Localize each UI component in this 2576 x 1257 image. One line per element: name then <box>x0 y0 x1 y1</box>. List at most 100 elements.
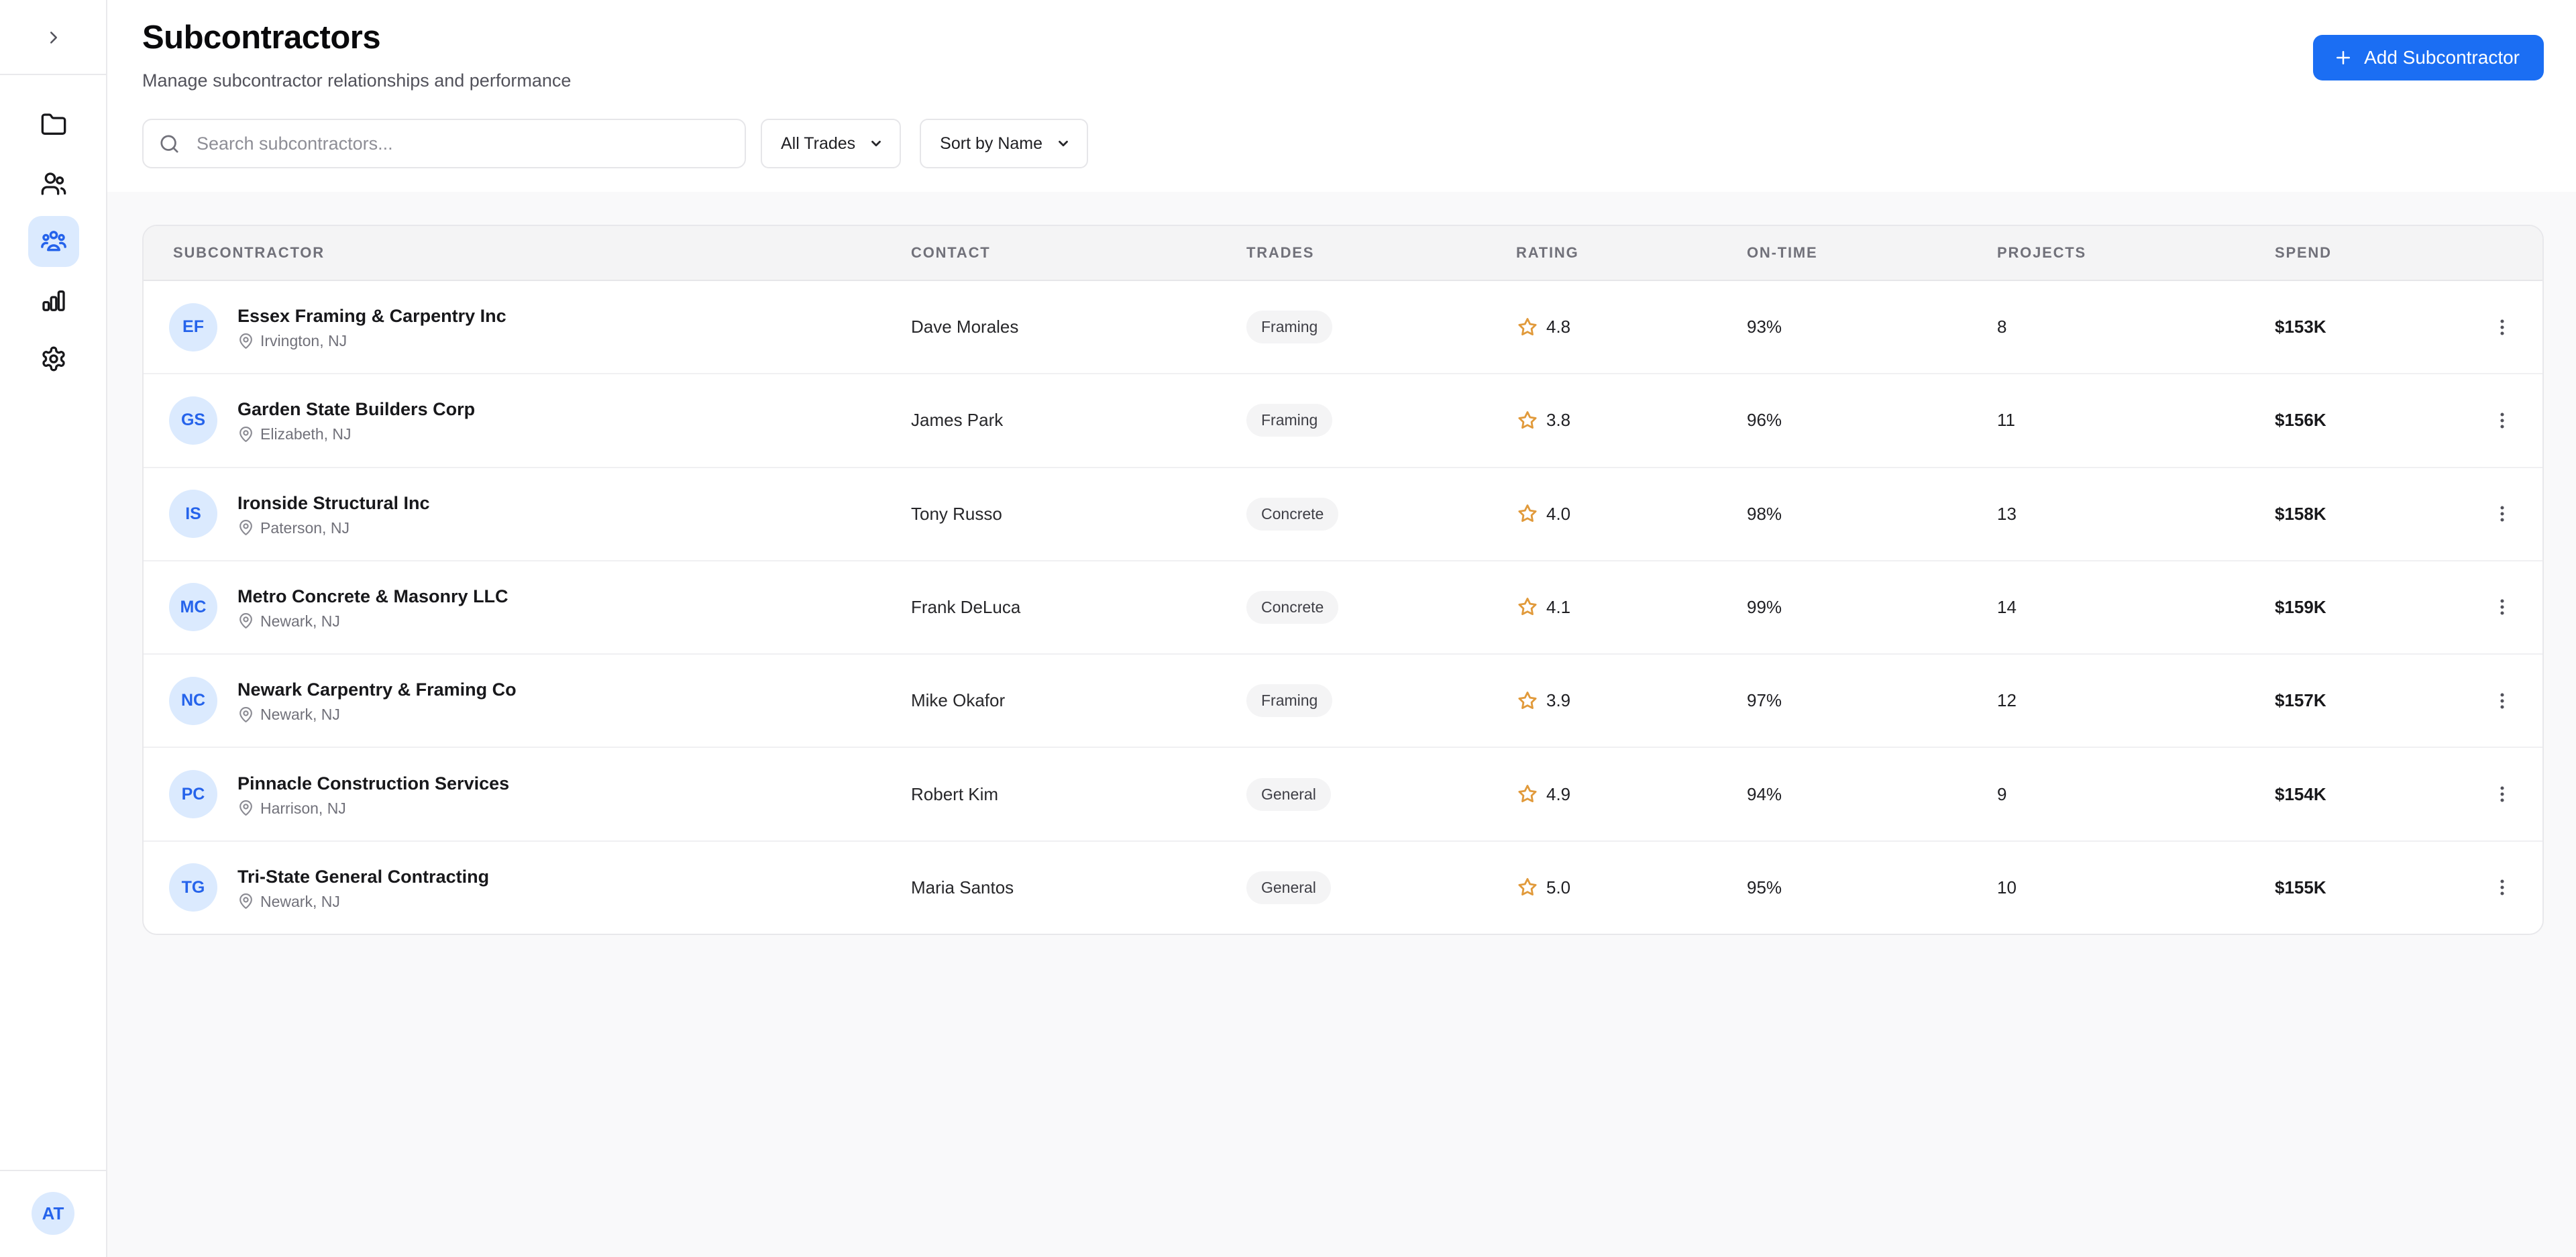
trades-filter-select[interactable]: All Trades <box>761 119 902 168</box>
subcontractors-table-card: SUBCONTRACTOR CONTACT TRADES RATING ON-T… <box>142 225 2544 935</box>
rating-cell: 3.9 <box>1516 690 1747 712</box>
trades-cell: General <box>1246 871 1516 904</box>
contact-cell: Robert Kim <box>911 783 999 804</box>
sort-select[interactable]: Sort by Name <box>920 119 1089 168</box>
company-location: Newark, NJ <box>237 612 508 631</box>
row-menu-button[interactable] <box>2483 775 2521 813</box>
sidebar-item-projects[interactable] <box>28 99 79 150</box>
projects-cell: 14 <box>1997 596 2017 617</box>
map-pin-icon <box>237 333 254 349</box>
more-vertical-icon <box>2490 782 2514 806</box>
map-pin-icon <box>237 893 254 910</box>
chevron-down-icon <box>1056 136 1071 151</box>
team-icon <box>40 227 68 256</box>
user-avatar[interactable]: AT <box>32 1192 74 1235</box>
table-row: MC Metro Concrete & Masonry LLC Newark, … <box>144 559 2542 654</box>
table-row: EF Essex Framing & Carpentry Inc Irvingt… <box>144 281 2542 374</box>
rating-cell: 4.8 <box>1516 316 1747 339</box>
sidebar-item-subcontractors[interactable] <box>28 216 79 267</box>
column-header-on-time: ON-TIME <box>1747 244 1818 261</box>
rating-cell: 4.1 <box>1516 596 1747 618</box>
subcontractor-cell: PC Pinnacle Construction Services Harris… <box>144 770 911 819</box>
company-avatar: IS <box>169 490 217 539</box>
plus-icon <box>2333 48 2353 68</box>
location-text: Paterson, NJ <box>260 518 350 537</box>
company-avatar: TG <box>169 863 217 912</box>
on-time-cell: 93% <box>1747 317 1782 337</box>
more-vertical-icon <box>2490 875 2514 899</box>
on-time-cell: 99% <box>1747 596 1782 617</box>
rating-cell: 5.0 <box>1516 876 1747 899</box>
subcontractor-cell: MC Metro Concrete & Masonry LLC Newark, … <box>144 583 911 632</box>
company-info: Essex Framing & Carpentry Inc Irvington,… <box>237 304 506 350</box>
more-vertical-icon <box>2490 315 2514 339</box>
company-location: Newark, NJ <box>237 705 517 724</box>
spend-cell: $155K <box>2275 877 2326 897</box>
rating-cell: 4.0 <box>1516 502 1747 525</box>
search-input[interactable] <box>195 132 730 155</box>
company-name: Essex Framing & Carpentry Inc <box>237 306 506 327</box>
trade-badge: Framing <box>1246 684 1333 718</box>
map-pin-icon <box>237 426 254 443</box>
gear-icon <box>40 345 67 372</box>
sidebar-item-settings[interactable] <box>28 333 79 384</box>
sidebar: AT <box>0 0 107 1257</box>
trades-cell: Framing <box>1246 311 1516 344</box>
row-menu-button[interactable] <box>2483 402 2521 439</box>
trade-badge: Concrete <box>1246 590 1339 624</box>
column-header-spend: SPEND <box>2275 244 2332 261</box>
spend-cell: $156K <box>2275 410 2326 431</box>
spend-cell: $158K <box>2275 503 2326 524</box>
actions-cell <box>2483 588 2542 626</box>
star-icon <box>1516 876 1539 899</box>
company-location: Paterson, NJ <box>237 518 430 537</box>
contact-cell: Tony Russo <box>911 503 1002 524</box>
location-text: Irvington, NJ <box>260 332 347 350</box>
company-name: Ironside Structural Inc <box>237 492 430 513</box>
row-menu-button[interactable] <box>2483 495 2521 533</box>
contact-cell: Dave Morales <box>911 317 1019 337</box>
trades-filter-value: All Trades <box>781 133 856 153</box>
sidebar-item-reports[interactable] <box>28 275 79 326</box>
spend-cell: $157K <box>2275 690 2326 711</box>
star-icon <box>1516 783 1539 806</box>
projects-cell: 9 <box>1997 783 2007 804</box>
actions-cell <box>2483 495 2542 533</box>
star-icon <box>1516 316 1539 339</box>
trade-badge: General <box>1246 777 1331 811</box>
app-window: AT Subcontractors Manage subcontractor r… <box>0 0 2576 1257</box>
company-info: Pinnacle Construction Services Harrison,… <box>237 771 509 818</box>
users-icon <box>40 170 67 197</box>
company-location: Newark, NJ <box>237 892 489 911</box>
company-info: Tri-State General Contracting Newark, NJ <box>237 865 489 911</box>
page-header: Subcontractors Manage subcontractor rela… <box>107 0 2576 192</box>
bar-chart-icon <box>40 287 67 314</box>
company-avatar: MC <box>169 583 217 632</box>
column-header-subcontractor: SUBCONTRACTOR <box>173 244 325 261</box>
company-avatar: EF <box>169 303 217 351</box>
row-menu-button[interactable] <box>2483 588 2521 626</box>
on-time-cell: 98% <box>1747 503 1782 524</box>
add-subcontractor-button[interactable]: Add Subcontractor <box>2313 35 2544 80</box>
search-box <box>142 119 746 168</box>
actions-cell <box>2483 309 2542 346</box>
row-menu-button[interactable] <box>2483 682 2521 720</box>
map-pin-icon <box>237 706 254 723</box>
location-text: Newark, NJ <box>260 612 340 630</box>
company-name: Metro Concrete & Masonry LLC <box>237 586 508 606</box>
company-location: Elizabeth, NJ <box>237 425 475 443</box>
company-name: Newark Carpentry & Framing Co <box>237 679 517 700</box>
company-location: Harrison, NJ <box>237 799 509 818</box>
projects-cell: 13 <box>1997 503 2017 524</box>
location-text: Newark, NJ <box>260 706 340 724</box>
row-menu-button[interactable] <box>2483 309 2521 346</box>
contact-cell: Maria Santos <box>911 877 1014 897</box>
column-header-rating: RATING <box>1516 244 1579 261</box>
sidebar-item-contacts[interactable] <box>28 158 79 209</box>
company-avatar: PC <box>169 770 217 819</box>
row-menu-button[interactable] <box>2483 869 2521 906</box>
company-info: Ironside Structural Inc Paterson, NJ <box>237 491 430 537</box>
sidebar-expand-button[interactable] <box>35 19 72 56</box>
projects-cell: 8 <box>1997 317 2007 337</box>
content-area: SUBCONTRACTOR CONTACT TRADES RATING ON-T… <box>107 192 2576 1257</box>
